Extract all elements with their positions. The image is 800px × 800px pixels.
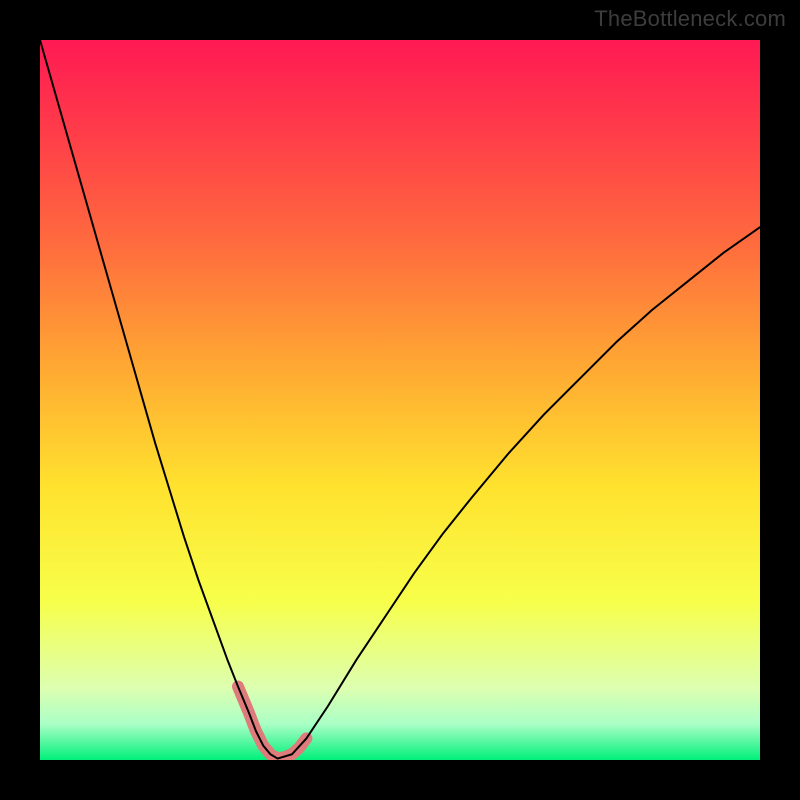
plot-area xyxy=(40,40,760,760)
chart-frame: TheBottleneck.com xyxy=(0,0,800,800)
bottleneck-chart xyxy=(40,40,760,760)
watermark-text: TheBottleneck.com xyxy=(594,6,786,32)
gradient-background xyxy=(40,40,760,760)
